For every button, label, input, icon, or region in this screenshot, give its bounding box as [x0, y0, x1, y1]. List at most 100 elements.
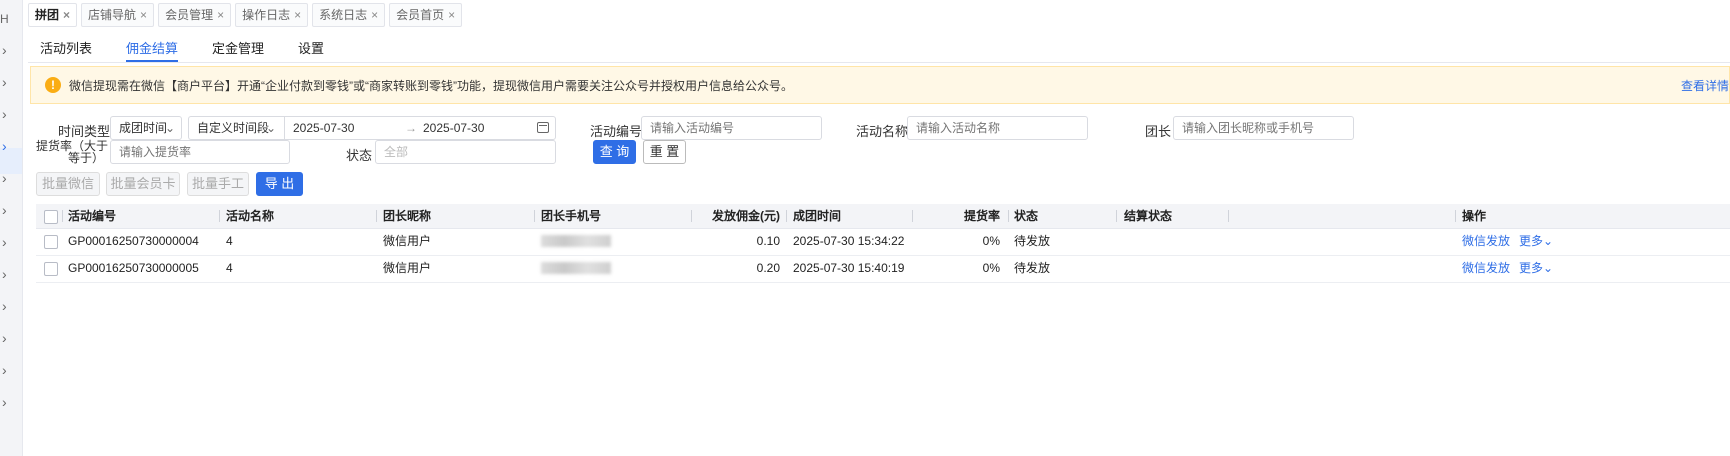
arrow-right-icon: → — [405, 121, 417, 135]
close-icon[interactable]: × — [371, 4, 378, 26]
status-label: 状态 — [346, 148, 373, 163]
chevron-right-icon[interactable]: › — [2, 171, 14, 185]
column-divider — [534, 210, 535, 222]
page-tab-label: 操作日志 — [242, 8, 291, 22]
cell-leader-nick: 微信用户 — [383, 234, 432, 248]
column-divider — [1116, 210, 1117, 222]
chevron-right-icon[interactable]: › — [2, 139, 14, 153]
chevron-right-icon[interactable]: › — [2, 267, 14, 281]
more-label: 更多 — [1519, 234, 1544, 248]
cell-leader-nick: 微信用户 — [383, 261, 432, 275]
page-tab-member-mgmt[interactable]: 会员管理 × — [158, 3, 232, 27]
chevron-right-icon[interactable]: › — [2, 299, 14, 313]
subnav-commission-settlement[interactable]: 佣金结算 — [126, 38, 179, 62]
time-type-label: 时间类型 — [58, 124, 111, 139]
cell-pickup-rate: 0% — [982, 261, 1000, 275]
range-mode-select[interactable]: 自定义时间段 ⌄ — [188, 116, 284, 140]
cell-pickup-rate: 0% — [982, 234, 1000, 248]
cell-activity-name: 4 — [226, 261, 233, 275]
col-leader-phone: 团长手机号 — [541, 209, 602, 223]
batch-member-card-button[interactable]: 批量会员卡 — [106, 172, 180, 196]
page-tab-label: 店铺导航 — [88, 8, 137, 22]
batch-wechat-button[interactable]: 批量微信 — [36, 172, 100, 196]
chevron-right-icon[interactable]: › — [2, 75, 14, 89]
warning-icon: ! — [45, 77, 61, 93]
blurred-phone — [541, 235, 611, 247]
reset-button[interactable]: 重 置 — [643, 140, 686, 164]
activity-name-label: 活动名称 — [856, 124, 909, 139]
date-range-picker[interactable]: 2025-07-30 → 2025-07-30 — [284, 116, 556, 140]
leader-label: 团长 — [1145, 124, 1172, 139]
col-status: 状态 — [1014, 209, 1039, 223]
time-type-select[interactable]: 成团时间 ⌄ — [110, 116, 182, 140]
column-divider — [62, 210, 63, 222]
column-divider — [219, 210, 220, 222]
cell-activity-no: GP00016250730000005 — [68, 261, 199, 275]
page-tab-store-nav[interactable]: 店铺导航 × — [81, 3, 155, 27]
close-icon[interactable]: × — [140, 4, 147, 26]
chevron-right-icon[interactable]: › — [2, 235, 14, 249]
wechat-pay-link[interactable]: 微信发放 — [1462, 256, 1510, 280]
cell-activity-no: GP00016250730000004 — [68, 234, 199, 248]
notice-text: 微信提现需在微信【商户平台】开通“企业付款到零钱”或“商家转账到零钱”功能，提现… — [69, 78, 793, 93]
activity-name-input[interactable] — [907, 116, 1088, 140]
chevron-right-icon[interactable]: › — [2, 107, 14, 121]
wechat-pay-link[interactable]: 微信发放 — [1462, 229, 1510, 253]
cell-group-time: 2025-07-30 15:40:19 — [793, 261, 905, 275]
page-tab-member-home[interactable]: 会员首页 × — [389, 3, 463, 27]
table-row: GP00016250730000004 4 微信用户 0.10 2025-07-… — [36, 229, 1730, 256]
chevron-right-icon[interactable]: › — [2, 331, 14, 345]
column-divider — [376, 210, 377, 222]
row-checkbox[interactable] — [44, 262, 58, 276]
pickup-rate-input[interactable] — [110, 140, 290, 164]
more-dropdown[interactable]: 更多⌄ — [1519, 229, 1553, 253]
subnav-deposit-mgmt[interactable]: 定金管理 — [212, 38, 264, 62]
page-tab-sys-log[interactable]: 系统日志 × — [312, 3, 386, 27]
chevron-right-icon[interactable]: › — [2, 43, 14, 57]
export-button[interactable]: 导 出 — [256, 172, 303, 196]
more-dropdown[interactable]: 更多⌄ — [1519, 256, 1553, 280]
col-activity-no: 活动编号 — [68, 209, 117, 223]
status-value: 全部 — [384, 145, 409, 159]
page-tab-label: 会员首页 — [396, 8, 445, 22]
row-checkbox[interactable] — [44, 235, 58, 249]
col-leader-nick: 团长昵称 — [383, 209, 432, 223]
col-settle-status: 结算状态 — [1124, 209, 1173, 223]
column-divider — [1228, 210, 1229, 222]
calendar-icon[interactable] — [537, 122, 549, 133]
page-tab-pintuan[interactable]: 拼团 × — [28, 3, 78, 27]
query-button[interactable]: 查 询 — [593, 140, 636, 164]
chevron-down-icon: ⌄ — [1543, 261, 1554, 275]
batch-manual-button[interactable]: 批量手工 — [187, 172, 249, 196]
commission-table: 活动编号 活动名称 团长昵称 团长手机号 发放佣金(元) 成团时间 提货率 状态… — [36, 204, 1730, 283]
date-end: 2025-07-30 — [423, 121, 485, 135]
col-commission: 发放佣金(元) — [712, 209, 780, 223]
col-actions: 操作 — [1462, 209, 1487, 223]
cell-status: 待发放 — [1014, 261, 1051, 275]
close-icon[interactable]: × — [294, 4, 301, 26]
pickup-rate-label-line2: 等于） — [68, 151, 105, 165]
status-select[interactable]: 全部 — [375, 140, 556, 164]
notice-detail-link[interactable]: 查看详情 — [1681, 77, 1729, 94]
activity-no-input[interactable] — [641, 116, 822, 140]
close-icon[interactable]: × — [217, 4, 224, 26]
chevron-right-icon[interactable]: › — [2, 203, 14, 217]
close-icon[interactable]: × — [63, 4, 70, 26]
activity-no-label: 活动编号 — [590, 124, 643, 139]
column-divider — [1455, 210, 1456, 222]
cell-activity-name: 4 — [226, 234, 233, 248]
subnav-settings[interactable]: 设置 — [298, 38, 324, 62]
divider — [28, 62, 1730, 63]
chevron-right-icon[interactable]: › — [2, 395, 14, 409]
column-divider — [912, 210, 913, 222]
select-all-checkbox[interactable] — [44, 210, 58, 224]
col-pickup-rate: 提货率 — [963, 209, 1000, 223]
notice-banner: ! 微信提现需在微信【商户平台】开通“企业付款到零钱”或“商家转账到零钱”功能，… — [30, 66, 1730, 104]
leader-input[interactable] — [1173, 116, 1354, 140]
page-tab-op-log[interactable]: 操作日志 × — [235, 3, 309, 27]
subnav-activity-list[interactable]: 活动列表 — [40, 38, 92, 62]
chevron-right-icon[interactable]: › — [2, 363, 14, 377]
close-icon[interactable]: × — [448, 4, 455, 26]
blurred-phone — [541, 262, 611, 274]
side-menu-rail: H › › › › › › › › › › › › — [0, 0, 23, 456]
